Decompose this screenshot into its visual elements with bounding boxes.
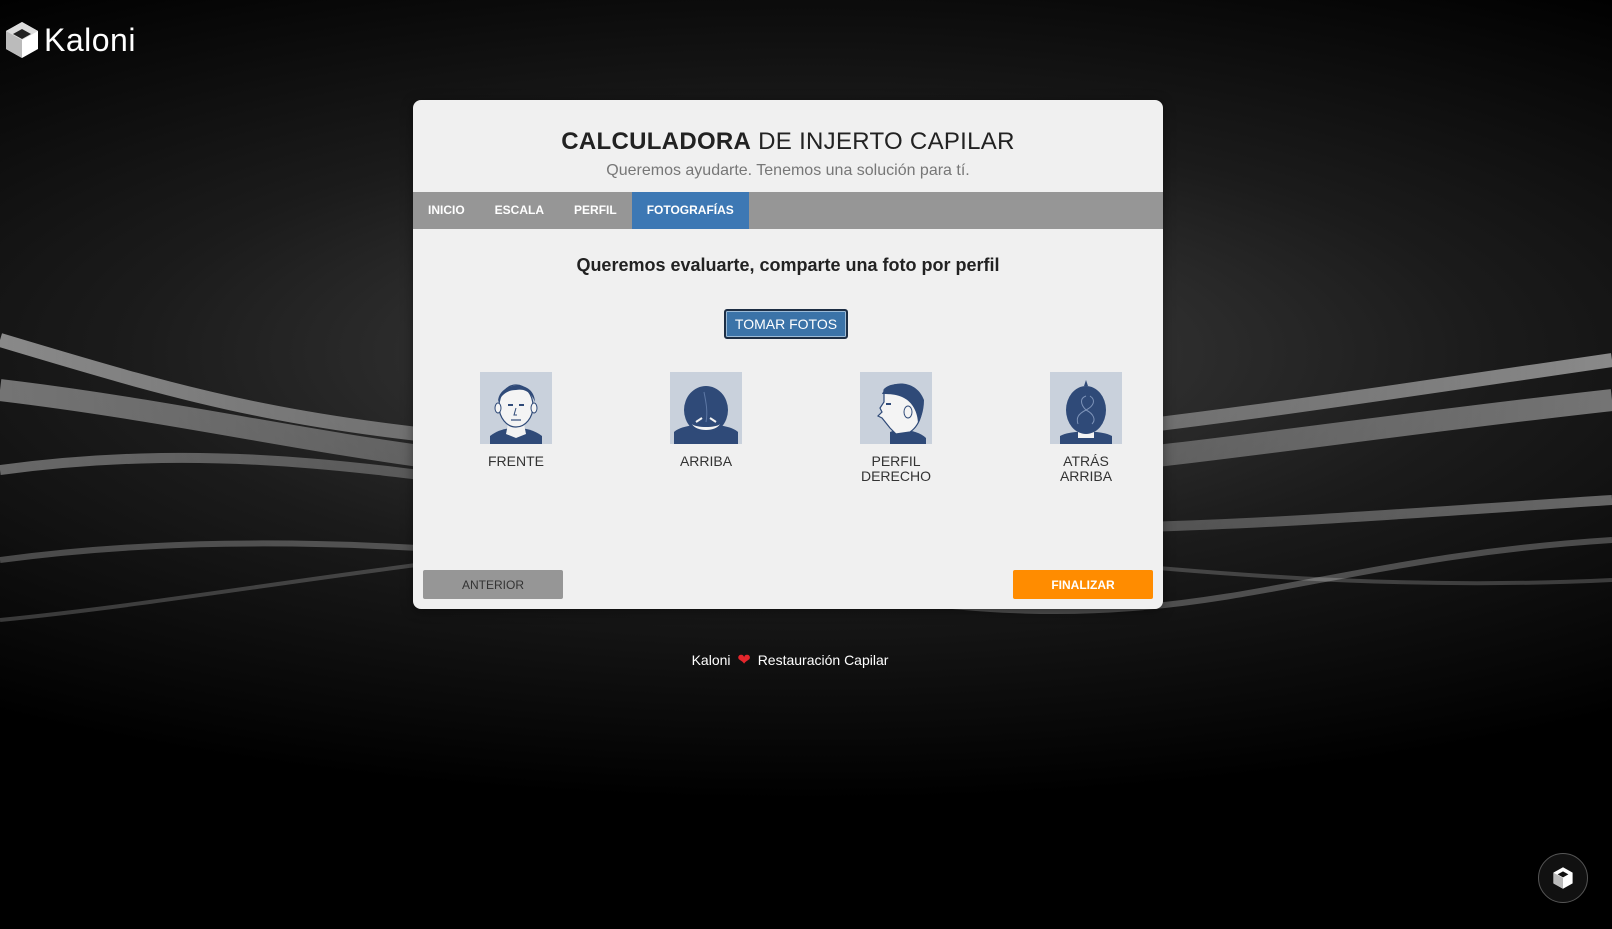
footer-brand: Kaloni bbox=[691, 652, 731, 668]
tab-inicio[interactable]: INICIO bbox=[413, 192, 480, 229]
photo-label-back-top-line2: ARRIBA bbox=[1059, 468, 1113, 484]
head-profile-right-icon bbox=[860, 372, 932, 444]
calculator-card: CALCULADORA DE INJERTO CAPILAR Queremos … bbox=[413, 100, 1163, 609]
photo-guide-back-top[interactable]: ATRÁS ARRIBA bbox=[1026, 372, 1146, 484]
kaloni-cube-logo bbox=[6, 22, 38, 58]
heart-icon: ❤ bbox=[737, 652, 751, 669]
photo-label-front-line1: FRENTE bbox=[488, 453, 544, 469]
tab-escala[interactable]: ESCALA bbox=[480, 192, 559, 229]
photo-label-back-top-line1: ATRÁS bbox=[1063, 453, 1109, 469]
card-title-bold: CALCULADORA bbox=[561, 128, 752, 155]
previous-button[interactable]: ANTERIOR bbox=[423, 570, 563, 599]
chat-widget-button[interactable] bbox=[1538, 853, 1588, 903]
footer: Kaloni ❤ Restauración Capilar bbox=[0, 650, 1580, 670]
photo-label-profile-right: PERFIL DERECHO bbox=[836, 454, 956, 484]
tab-fotografias[interactable]: FOTOGRAFÍAS bbox=[631, 192, 749, 229]
head-front-icon bbox=[480, 372, 552, 444]
step-tabs: INICIO ESCALA PERFIL FOTOGRAFÍAS bbox=[413, 192, 1163, 229]
card-title-rest: DE INJERTO CAPILAR bbox=[751, 128, 1015, 155]
photo-label-profile-right-line2: DERECHO bbox=[860, 468, 931, 484]
photo-label-top-line1: ARRIBA bbox=[679, 453, 733, 469]
card-title: CALCULADORA DE INJERTO CAPILAR bbox=[413, 128, 1163, 156]
tab-perfil[interactable]: PERFIL bbox=[559, 192, 632, 229]
footer-tagline: Restauración Capilar bbox=[757, 652, 889, 668]
photo-guide-front[interactable]: FRENTE bbox=[456, 372, 576, 469]
photo-guide-profile-right[interactable]: PERFIL DERECHO bbox=[836, 372, 956, 484]
finish-button[interactable]: FINALIZAR bbox=[1013, 570, 1153, 599]
head-top-icon bbox=[670, 372, 742, 444]
head-back-top-icon bbox=[1050, 372, 1122, 444]
brand-name: Kaloni bbox=[44, 21, 136, 58]
take-photos-button[interactable]: TOMAR FOTOS bbox=[724, 309, 848, 339]
photo-label-top: ARRIBA bbox=[646, 454, 766, 469]
photo-label-front: FRENTE bbox=[456, 454, 576, 469]
photos-prompt: Queremos evaluarte, comparte una foto po… bbox=[576, 255, 1000, 275]
kaloni-cube-icon bbox=[1553, 867, 1573, 889]
photo-label-profile-right-line1: PERFIL bbox=[871, 453, 921, 469]
card-subtitle: Queremos ayudarte. Tenemos una solución … bbox=[606, 162, 970, 179]
kaloni-logo[interactable]: Kaloni bbox=[4, 20, 136, 60]
photo-label-back-top: ATRÁS ARRIBA bbox=[1026, 454, 1146, 484]
photo-guide-top[interactable]: ARRIBA bbox=[646, 372, 766, 469]
